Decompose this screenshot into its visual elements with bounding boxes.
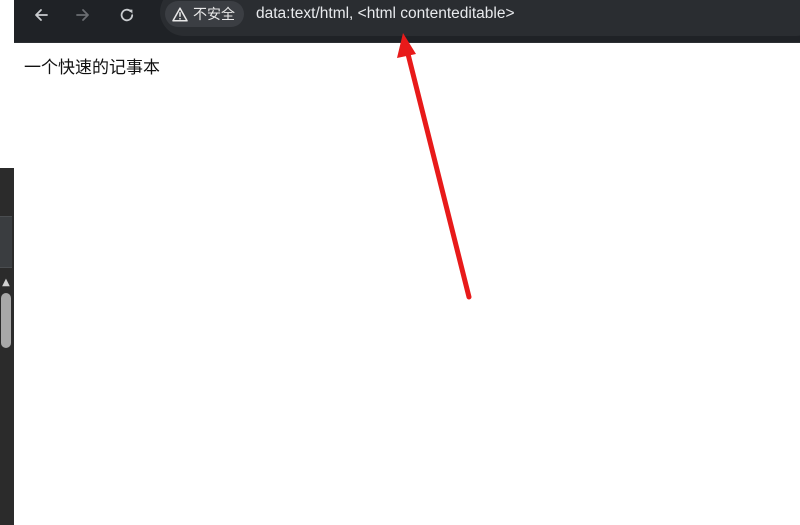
security-indicator[interactable]: 不安全 xyxy=(165,1,244,27)
background-window-tab xyxy=(0,216,12,268)
background-window-edge: ▲ xyxy=(0,0,14,525)
scroll-up-arrow-icon[interactable]: ▲ xyxy=(0,277,12,289)
reload-icon xyxy=(118,6,136,24)
scrollbar-thumb[interactable] xyxy=(1,293,11,348)
security-label: 不安全 xyxy=(193,7,235,23)
browser-toolbar: 不安全 data:text/html, <html contenteditabl… xyxy=(14,0,800,43)
forward-button[interactable] xyxy=(70,2,96,28)
arrow-left-icon xyxy=(32,6,50,24)
url-text[interactable]: data:text/html, <html contenteditable> xyxy=(256,3,515,25)
editable-page-text[interactable]: 一个快速的记事本 xyxy=(24,57,160,79)
arrow-right-icon xyxy=(74,6,92,24)
warning-triangle-icon xyxy=(172,6,188,22)
reload-button[interactable] xyxy=(114,2,140,28)
back-button[interactable] xyxy=(28,2,54,28)
screenshot: ▲ 不安全 data:text/html, <html contentedita… xyxy=(0,0,800,525)
